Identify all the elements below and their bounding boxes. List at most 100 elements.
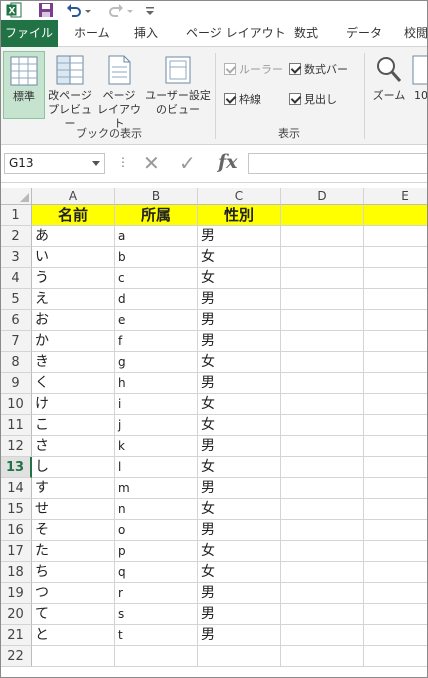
cell[interactable]: [281, 604, 364, 625]
row-header[interactable]: 6: [0, 310, 32, 331]
cell[interactable]: 女: [198, 268, 281, 289]
cell[interactable]: 男: [198, 478, 281, 499]
cell[interactable]: 男: [198, 226, 281, 247]
chevron-down-icon[interactable]: [92, 161, 100, 166]
cell[interactable]: [281, 373, 364, 394]
cell[interactable]: 名前: [32, 205, 115, 226]
cell[interactable]: r: [115, 583, 198, 604]
cell[interactable]: [281, 268, 364, 289]
cell[interactable]: そ: [32, 520, 115, 541]
cell[interactable]: [281, 289, 364, 310]
cell[interactable]: い: [32, 247, 115, 268]
cell[interactable]: c: [115, 268, 198, 289]
cell[interactable]: o: [115, 520, 198, 541]
cell[interactable]: b: [115, 247, 198, 268]
cell[interactable]: [281, 436, 364, 457]
column-header-a[interactable]: A: [32, 188, 115, 205]
cell[interactable]: [281, 499, 364, 520]
column-header-c[interactable]: C: [198, 188, 281, 205]
save-icon[interactable]: [38, 2, 54, 18]
cell[interactable]: 男: [198, 625, 281, 646]
row-header[interactable]: 4: [0, 268, 32, 289]
tab-insert[interactable]: 挿入: [134, 20, 158, 47]
enter-icon[interactable]: ✓: [179, 152, 196, 174]
column-header-b[interactable]: B: [115, 188, 198, 205]
formula-input[interactable]: [248, 153, 428, 174]
cell[interactable]: f: [115, 331, 198, 352]
cell[interactable]: [364, 205, 428, 226]
select-all-button[interactable]: [0, 188, 32, 205]
cell[interactable]: d: [115, 289, 198, 310]
cell[interactable]: n: [115, 499, 198, 520]
row-header[interactable]: 19: [0, 583, 32, 604]
cell[interactable]: k: [115, 436, 198, 457]
column-header-d[interactable]: D: [281, 188, 364, 205]
cell[interactable]: [364, 415, 428, 436]
row-header[interactable]: 20: [0, 604, 32, 625]
tab-data[interactable]: データ: [346, 20, 382, 47]
cell[interactable]: [281, 352, 364, 373]
cell[interactable]: せ: [32, 499, 115, 520]
cell[interactable]: か: [32, 331, 115, 352]
cell[interactable]: i: [115, 394, 198, 415]
cell[interactable]: さ: [32, 436, 115, 457]
cell[interactable]: [364, 226, 428, 247]
cell[interactable]: け: [32, 394, 115, 415]
row-header[interactable]: 1: [0, 205, 32, 226]
cancel-icon[interactable]: ✕: [143, 152, 160, 174]
cell[interactable]: [364, 499, 428, 520]
cell[interactable]: 男: [198, 331, 281, 352]
row-header[interactable]: 7: [0, 331, 32, 352]
cell[interactable]: [281, 415, 364, 436]
cell[interactable]: [281, 625, 364, 646]
cell[interactable]: お: [32, 310, 115, 331]
cell[interactable]: [364, 520, 428, 541]
cell[interactable]: [198, 646, 281, 667]
cell[interactable]: [364, 457, 428, 478]
cell[interactable]: 女: [198, 562, 281, 583]
cell[interactable]: [364, 268, 428, 289]
cell[interactable]: [364, 373, 428, 394]
zoom-100-button[interactable]: 10: [410, 51, 428, 119]
zoom-button[interactable]: ズーム: [370, 51, 408, 119]
cell[interactable]: ち: [32, 562, 115, 583]
cell[interactable]: [281, 541, 364, 562]
cell[interactable]: h: [115, 373, 198, 394]
row-header[interactable]: 21: [0, 625, 32, 646]
cell[interactable]: [364, 331, 428, 352]
cell[interactable]: 女: [198, 499, 281, 520]
row-header[interactable]: 17: [0, 541, 32, 562]
name-box[interactable]: G13: [4, 153, 105, 174]
cell[interactable]: [364, 436, 428, 457]
ruler-checkbox[interactable]: ルーラー: [224, 62, 283, 78]
cell[interactable]: 男: [198, 436, 281, 457]
row-header[interactable]: 13: [0, 457, 32, 478]
cell[interactable]: [281, 310, 364, 331]
cell[interactable]: [364, 646, 428, 667]
cell[interactable]: j: [115, 415, 198, 436]
cell[interactable]: 女: [198, 541, 281, 562]
cell[interactable]: く: [32, 373, 115, 394]
cell[interactable]: [281, 562, 364, 583]
cell[interactable]: き: [32, 352, 115, 373]
row-header[interactable]: 18: [0, 562, 32, 583]
cell[interactable]: 女: [198, 247, 281, 268]
insert-function-icon[interactable]: fx: [218, 151, 238, 173]
cell[interactable]: [32, 646, 115, 667]
cell[interactable]: う: [32, 268, 115, 289]
cell[interactable]: t: [115, 625, 198, 646]
cell[interactable]: [281, 520, 364, 541]
row-header[interactable]: 2: [0, 226, 32, 247]
cell[interactable]: [281, 226, 364, 247]
cell[interactable]: 性別: [198, 205, 281, 226]
tab-file[interactable]: ファイル: [0, 20, 58, 47]
cell[interactable]: s: [115, 604, 198, 625]
row-header[interactable]: 14: [0, 478, 32, 499]
row-header[interactable]: 10: [0, 394, 32, 415]
cell[interactable]: p: [115, 541, 198, 562]
cell[interactable]: こ: [32, 415, 115, 436]
cell[interactable]: e: [115, 310, 198, 331]
cell[interactable]: つ: [32, 583, 115, 604]
custom-views-button[interactable]: ユーザー設定 のビュー: [144, 51, 212, 119]
cell[interactable]: [364, 394, 428, 415]
